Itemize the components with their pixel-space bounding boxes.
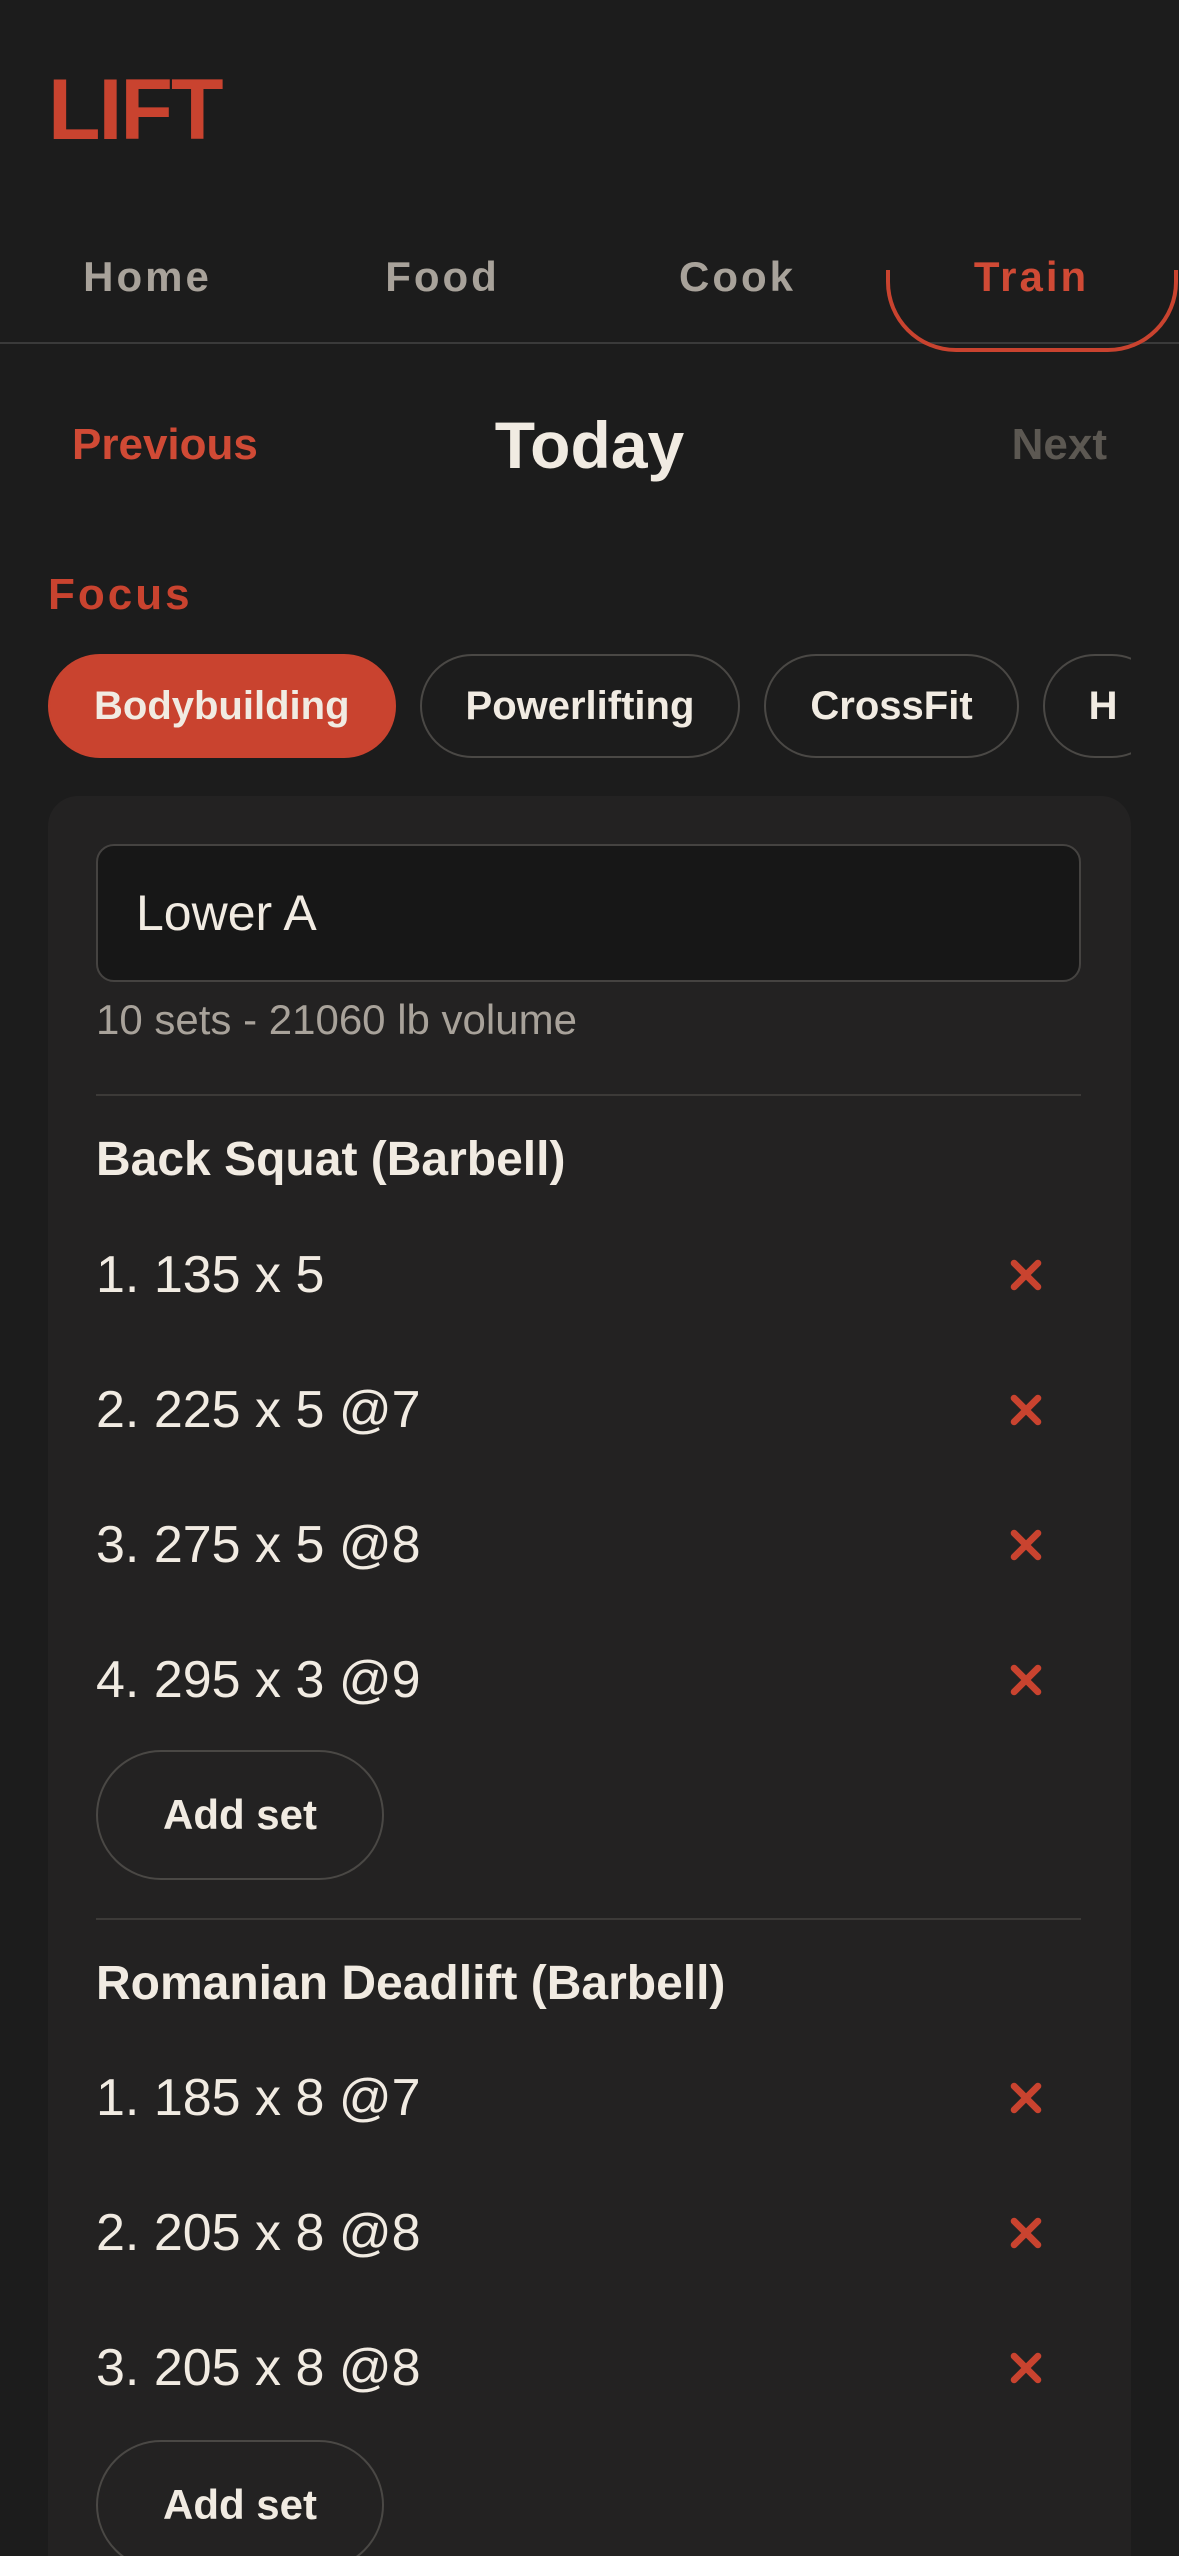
app-screen: LIFT Home Food Cook Train Today Previous…: [0, 0, 1179, 2556]
set-row: 2. 205 x 8 @8: [96, 2188, 1081, 2278]
set-label: 1. 135 x 5: [96, 1246, 325, 1304]
add-set-button[interactable]: Add set: [96, 1750, 384, 1880]
workout-name-input[interactable]: [96, 844, 1081, 982]
set-row: 1. 135 x 5: [96, 1230, 1081, 1320]
focus-chip-crossfit[interactable]: CrossFit: [764, 654, 1019, 758]
remove-set-icon[interactable]: [1001, 2343, 1051, 2393]
set-label: 2. 225 x 5 @7: [96, 1381, 421, 1439]
day-navigation: Today Previous Next: [0, 390, 1179, 500]
exercise-title: Romanian Deadlift (Barbell): [96, 1957, 726, 2010]
divider: [96, 1094, 1081, 1096]
add-set-button[interactable]: Add set: [96, 2440, 384, 2556]
remove-set-icon[interactable]: [1001, 2073, 1051, 2123]
main-tab-bar: Home Food Cook Train: [0, 210, 1179, 352]
focus-chip-row[interactable]: Bodybuilding Powerlifting CrossFit H: [48, 654, 1131, 758]
tab-home[interactable]: Home: [0, 210, 295, 344]
focus-chip-bodybuilding[interactable]: Bodybuilding: [48, 654, 396, 758]
tab-train[interactable]: Train: [884, 210, 1179, 344]
app-logo: LIFT: [48, 62, 223, 158]
tab-cook[interactable]: Cook: [590, 210, 885, 344]
workout-summary: 10 sets - 21060 lb volume: [96, 996, 577, 1043]
remove-set-icon[interactable]: [1001, 2208, 1051, 2258]
set-row: 2. 225 x 5 @7: [96, 1365, 1081, 1455]
set-label: 4. 295 x 3 @9: [96, 1651, 421, 1709]
set-label: 3. 275 x 5 @8: [96, 1516, 421, 1574]
focus-chip-partial[interactable]: H: [1042, 654, 1131, 758]
remove-set-icon[interactable]: [1001, 1250, 1051, 1300]
set-row: 3. 205 x 8 @8: [96, 2323, 1081, 2413]
set-row: 1. 185 x 8 @7: [96, 2053, 1081, 2143]
set-row: 4. 295 x 3 @9: [96, 1635, 1081, 1725]
next-day-button[interactable]: Next: [1012, 390, 1107, 500]
previous-day-button[interactable]: Previous: [72, 390, 258, 500]
remove-set-icon[interactable]: [1001, 1655, 1051, 1705]
exercise-title: Back Squat (Barbell): [96, 1133, 566, 1186]
focus-section-label: Focus: [48, 570, 193, 619]
set-row: 3. 275 x 5 @8: [96, 1500, 1081, 1590]
remove-set-icon[interactable]: [1001, 1520, 1051, 1570]
set-label: 1. 185 x 8 @7: [96, 2069, 421, 2127]
workout-card: 10 sets - 21060 lb volume Back Squat (Ba…: [48, 796, 1131, 2556]
set-label: 2. 205 x 8 @8: [96, 2204, 421, 2262]
set-label: 3. 205 x 8 @8: [96, 2339, 421, 2397]
tab-food[interactable]: Food: [295, 210, 590, 344]
divider: [96, 1918, 1081, 1920]
remove-set-icon[interactable]: [1001, 1385, 1051, 1435]
focus-chip-powerlifting[interactable]: Powerlifting: [419, 654, 741, 758]
